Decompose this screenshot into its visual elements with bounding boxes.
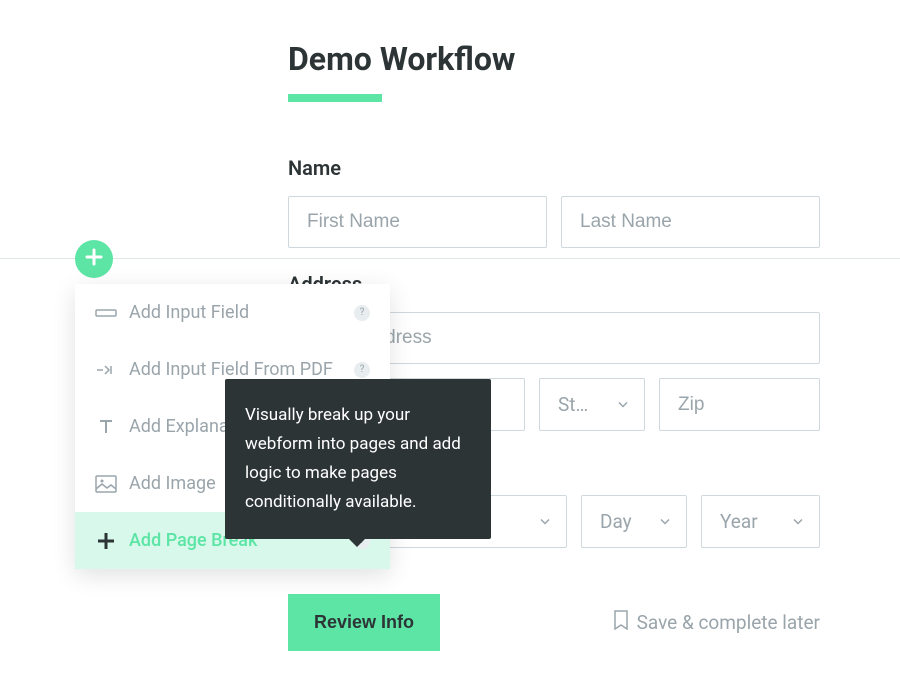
bookmark-icon (613, 610, 629, 635)
text-icon (95, 418, 117, 436)
chevron-down-icon (538, 510, 552, 533)
state-placeholder: St… (558, 393, 588, 416)
divider-line (0, 258, 900, 259)
tooltip: Visually break up your webform into page… (225, 379, 491, 539)
chevron-down-icon (616, 393, 630, 416)
input-field-icon (95, 306, 117, 320)
day-select[interactable]: Day (581, 495, 687, 548)
title-underline (288, 94, 382, 102)
add-element-button[interactable] (75, 240, 113, 278)
year-placeholder: Year (720, 510, 758, 533)
help-icon[interactable]: ? (354, 362, 370, 378)
pdf-field-icon (95, 362, 117, 378)
first-name-input[interactable] (288, 196, 547, 248)
save-later-label: Save & complete later (637, 611, 820, 634)
plus-icon (84, 247, 104, 271)
help-icon[interactable]: ? (354, 305, 370, 321)
menu-item-label: Add Input Field (129, 302, 342, 323)
save-complete-later-link[interactable]: Save & complete later (613, 610, 820, 635)
chevron-down-icon (658, 510, 672, 533)
chevron-down-icon (791, 510, 805, 533)
plus-icon (95, 531, 117, 551)
review-info-button[interactable]: Review Info (288, 594, 440, 651)
image-icon (95, 475, 117, 493)
menu-item-label: Add Input Field From PDF (129, 359, 342, 380)
zip-input[interactable] (659, 378, 820, 431)
menu-item-add-input-field[interactable]: Add Input Field ? (75, 284, 390, 341)
name-label: Name (288, 156, 820, 180)
year-select[interactable]: Year (701, 495, 820, 548)
day-placeholder: Day (600, 510, 632, 533)
state-select[interactable]: St… (539, 378, 645, 431)
last-name-input[interactable] (561, 196, 820, 248)
page-title: Demo Workflow (288, 40, 820, 78)
